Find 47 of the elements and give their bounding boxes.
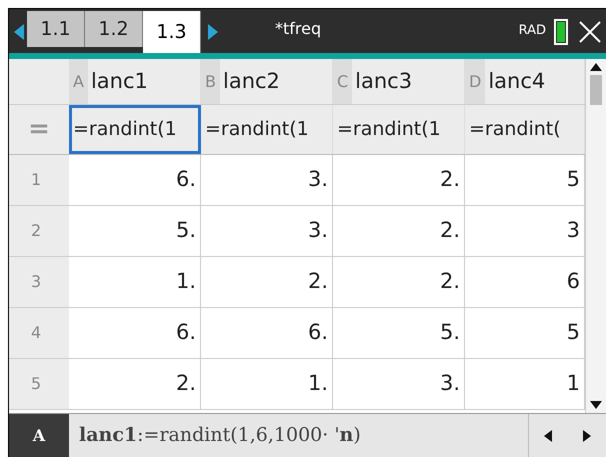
column-name[interactable]: lanc3 [355,66,412,98]
column-letter: B [201,59,220,104]
scrollbar[interactable] [585,59,606,413]
table-cell[interactable]: 3. [333,359,465,409]
table-cell[interactable]: 6. [69,155,201,205]
column-name[interactable]: lanc2 [222,66,280,98]
row-number: 3 [9,257,69,307]
page-tab[interactable]: 1.1 [27,11,85,47]
formula-cell[interactable]: =randint(1 [333,105,465,154]
table-cell[interactable]: 1. [201,359,333,409]
page-tab[interactable]: 1.2 [85,11,143,47]
battery-icon [554,19,568,45]
page-tab[interactable]: 1.3 [143,11,201,53]
scroll-down-icon[interactable] [590,401,602,409]
scroll-thumb[interactable] [590,75,602,105]
table-cell[interactable]: 6. [69,308,201,358]
row-number: 2 [9,206,69,256]
table-cell[interactable]: 2. [333,155,465,205]
right-arrow-icon[interactable] [582,430,591,442]
row-number: 4 [9,308,69,358]
entry-line-field[interactable]: lanc1:=randint(1,6,1000· 'n) [69,414,529,457]
table-cell[interactable]: 2. [201,257,333,307]
formula-row-label: = [27,113,51,146]
table-cell[interactable]: 3. [201,155,333,205]
angle-mode: RAD [518,22,546,40]
column-name[interactable]: lanc1 [90,66,148,98]
formula-cell[interactable]: =randint(1 [201,105,333,154]
table-cell[interactable]: 5. [333,308,465,358]
close-icon[interactable] [578,20,602,44]
table-cell[interactable]: 2. [333,257,465,307]
cell-reference: A [9,414,69,457]
column-letter: D [465,59,486,104]
table-cell[interactable]: 6. [201,308,333,358]
table-cell[interactable]: 1. [69,257,201,307]
column-letter: C [333,59,352,104]
column-name[interactable]: lanc4 [488,66,546,98]
table-cell[interactable]: 2. [69,359,201,409]
scroll-up-icon[interactable] [590,63,602,71]
table-cell[interactable]: 2. [333,206,465,256]
row-number: 5 [9,359,69,409]
column-letter: A [69,59,88,104]
table-cell[interactable]: 5. [69,206,201,256]
row-number: 1 [9,155,69,205]
left-arrow-icon[interactable] [544,430,552,442]
formula-cell[interactable]: =randint(1 [69,105,201,154]
table-cell[interactable]: 3. [201,206,333,256]
document-title: *tfreq [275,18,322,40]
